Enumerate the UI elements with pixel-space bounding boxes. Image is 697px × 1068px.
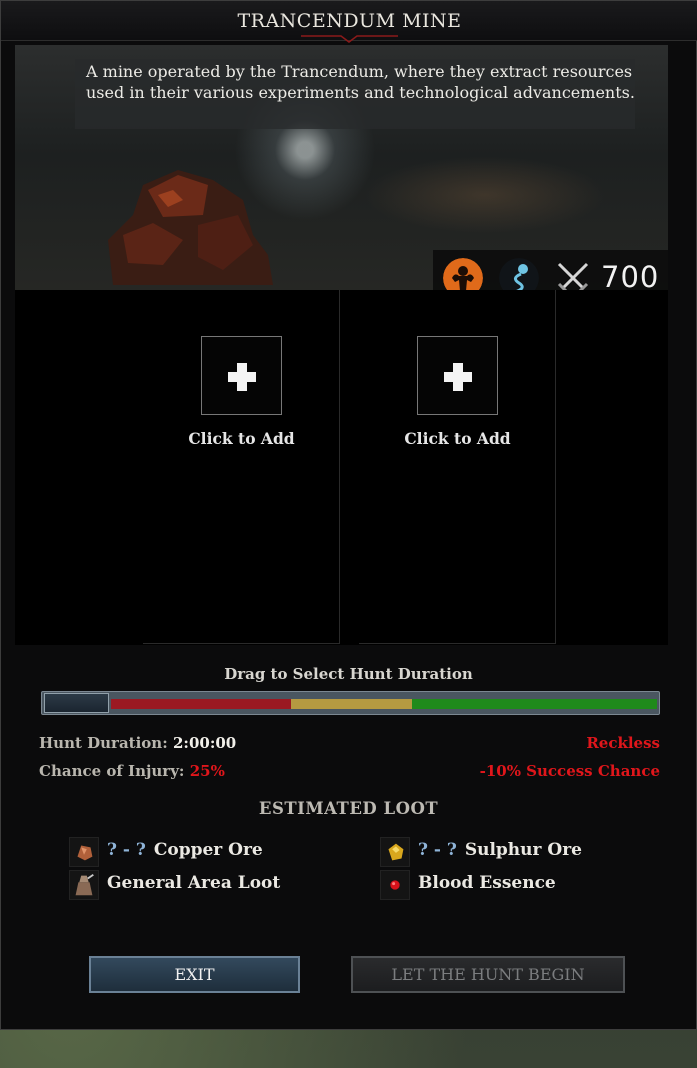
- injury-chance-row: Chance of Injury: 25%: [39, 762, 225, 780]
- plus-icon: [444, 363, 472, 391]
- duration-track[interactable]: [111, 699, 657, 709]
- hunt-duration-label: Hunt Duration:: [39, 734, 168, 752]
- loot-item: General Area Loot: [69, 870, 329, 900]
- loot-sack-icon: [69, 870, 99, 900]
- add-servant-label-2[interactable]: Click to Add: [359, 429, 556, 448]
- strength-flexing-icon: [443, 258, 483, 290]
- reckless-segment: [111, 699, 291, 709]
- safe-segment: [412, 699, 657, 709]
- blue-serpent-icon: [499, 258, 539, 290]
- location-banner: A mine operated by the Trancendum, where…: [15, 45, 668, 290]
- duration-instruction: Drag to Select Hunt Duration: [224, 665, 473, 683]
- copper-ore-icon: [69, 837, 99, 867]
- estimated-loot-heading: ESTIMATED LOOT: [258, 799, 439, 818]
- plus-icon: [228, 363, 256, 391]
- hunt-duration-row: Hunt Duration: 2:00:00: [39, 734, 236, 752]
- loot-name: General Area Loot: [107, 873, 281, 893]
- loot-item: ? - ? Copper Ore: [69, 837, 329, 867]
- loot-range: ? - ?: [418, 840, 457, 860]
- success-modifier: -10% Success Chance: [479, 762, 660, 780]
- add-servant-button-1[interactable]: [201, 336, 282, 415]
- begin-hunt-button[interactable]: LET THE HUNT BEGIN: [351, 956, 625, 993]
- power-value: 700: [601, 260, 660, 290]
- balanced-segment: [291, 699, 412, 709]
- loot-range: ? - ?: [107, 840, 146, 860]
- servant-slots: Click to Add Click to Add: [15, 290, 668, 645]
- window-title: TRANCENDUM MINE: [237, 10, 462, 32]
- blood-essence-icon: [380, 870, 410, 900]
- sulphur-ore-icon: [380, 837, 410, 867]
- location-description: A mine operated by the Trancendum, where…: [75, 59, 635, 129]
- hunt-duration-value: 2:00:00: [172, 734, 237, 752]
- loot-name: Sulphur Ore: [464, 840, 582, 860]
- title-ornament-icon: [301, 35, 398, 43]
- loot-item: ? - ? Sulphur Ore: [380, 837, 640, 867]
- servant-slot-1[interactable]: Click to Add: [143, 290, 340, 644]
- servant-slot-2[interactable]: Click to Add: [359, 290, 556, 644]
- injury-chance-value: 25%: [189, 762, 225, 780]
- loot-item: Blood Essence: [380, 870, 640, 900]
- slider-handle[interactable]: [44, 693, 109, 713]
- loot-name: Blood Essence: [418, 873, 556, 893]
- loot-name: Copper Ore: [153, 840, 263, 860]
- hunt-window: TRANCENDUM MINE A mine operated by the T…: [0, 0, 697, 1030]
- hunt-duration-slider[interactable]: [41, 691, 660, 715]
- injury-chance-label: Chance of Injury:: [39, 762, 185, 780]
- hunt-mode: Reckless: [586, 734, 660, 752]
- title-bar: TRANCENDUM MINE: [1, 1, 697, 43]
- add-servant-label-1[interactable]: Click to Add: [143, 429, 340, 448]
- exit-button[interactable]: EXIT: [89, 956, 300, 993]
- requirement-panel: 700: [433, 250, 668, 290]
- crossed-swords-icon: [557, 262, 589, 290]
- add-servant-button-2[interactable]: [417, 336, 498, 415]
- ore-pile-image: [108, 170, 273, 285]
